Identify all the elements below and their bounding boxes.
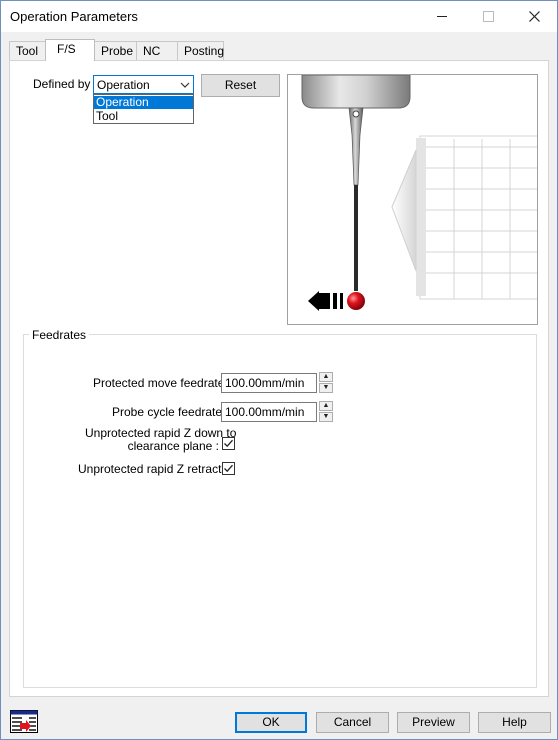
help-button[interactable]: Help [478, 712, 551, 733]
defined-by-value: Operation [97, 78, 150, 92]
probe-illustration [287, 74, 538, 325]
spin-down-icon[interactable]: ▼ [319, 383, 333, 393]
tab-probe[interactable]: Probe [94, 41, 137, 60]
tab-posting[interactable]: Posting [177, 41, 224, 60]
unprotected-rapid-z-down-label: Unprotected rapid Z down to clearance pl… [85, 427, 236, 453]
cancel-button[interactable]: Cancel [316, 712, 389, 733]
table-arrow-icon [10, 710, 38, 733]
minimize-button[interactable] [419, 1, 465, 32]
unprotected-rapid-z-down-checkbox[interactable] [222, 437, 235, 450]
spin-up-icon[interactable]: ▲ [319, 401, 333, 411]
checkmark-icon [224, 439, 233, 448]
minimize-icon [437, 16, 447, 17]
maximize-icon [482, 11, 494, 22]
probe-cycle-feedrate-spinner[interactable]: ▲ ▼ [319, 401, 333, 422]
unprotected-rapid-z-retracts-label: Unprotected rapid Z retracts : [78, 462, 235, 476]
unprotected-rapid-z-down-label-line2: clearance plane : [127, 439, 219, 453]
window-title: Operation Parameters [10, 9, 138, 24]
probe-cycle-feedrate-label: Probe cycle feedrate : [112, 405, 229, 419]
checkmark-icon [224, 464, 233, 473]
protected-move-feedrate-input[interactable]: 100.00mm/min [221, 373, 317, 393]
defined-by-select[interactable]: Operation [93, 75, 194, 94]
reset-button[interactable]: Reset [201, 74, 280, 97]
close-button[interactable] [511, 1, 557, 32]
probe-diagram-graphic [301, 75, 537, 311]
tab-f-s[interactable]: F/S [45, 39, 95, 61]
spin-up-icon[interactable]: ▲ [319, 372, 333, 382]
tab-nc[interactable]: NC [136, 41, 178, 60]
defined-by-dropdown-list: Operation Tool [93, 94, 194, 124]
defined-by-label: Defined by : [33, 77, 98, 91]
probe-cycle-feedrate-input[interactable]: 100.00mm/min [221, 402, 317, 422]
close-icon [528, 11, 540, 22]
dropdown-option-tool[interactable]: Tool [94, 110, 193, 123]
preview-button[interactable]: Preview [397, 712, 470, 733]
dropdown-option-operation[interactable]: Operation [94, 96, 193, 109]
feedrates-group-label: Feedrates [29, 328, 90, 342]
chevron-down-icon [180, 82, 190, 88]
protected-move-feedrate-spinner[interactable]: ▲ ▼ [319, 372, 333, 393]
tab-tool[interactable]: Tool [9, 41, 46, 60]
ok-button[interactable]: OK [235, 712, 307, 733]
spin-down-icon[interactable]: ▼ [319, 412, 333, 422]
operation-parameters-dialog: Operation Parameters Tool F/S Probe NC P… [0, 0, 558, 740]
maximize-button[interactable] [465, 1, 511, 32]
protected-move-feedrate-label: Protected move feedrate : [93, 376, 232, 390]
unprotected-rapid-z-retracts-checkbox[interactable] [222, 462, 235, 475]
parameters-table-icon[interactable] [10, 710, 38, 734]
title-bar: Operation Parameters [1, 1, 557, 32]
